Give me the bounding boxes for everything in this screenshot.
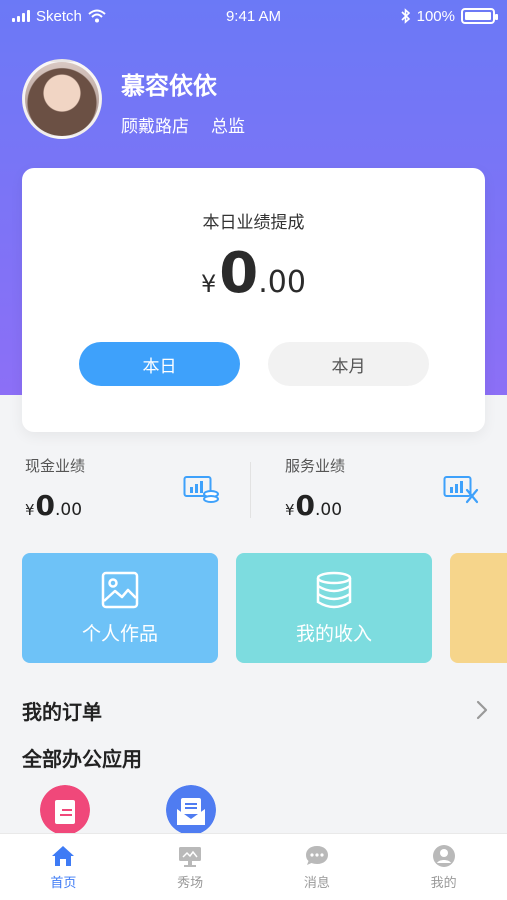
amount-decimal: .00 bbox=[55, 500, 83, 520]
message-icon bbox=[305, 845, 328, 865]
amount-decimal: .00 bbox=[258, 265, 306, 300]
battery-percent: 100% bbox=[416, 7, 455, 25]
amount-decimal: .00 bbox=[315, 500, 343, 520]
wifi-icon bbox=[88, 9, 106, 23]
tab-profile[interactable]: 我的 bbox=[380, 834, 507, 900]
tab-showcase[interactable]: 秀场 bbox=[127, 834, 254, 900]
service-performance-value: ¥ 0 .00 bbox=[285, 489, 345, 522]
my-orders-title: 我的订单 bbox=[22, 699, 102, 724]
tab-profile-label: 我的 bbox=[430, 875, 457, 891]
home-icon bbox=[52, 845, 75, 866]
performance-card: 本日业绩提成 ¥ 0 .00 本日 本月 bbox=[22, 168, 485, 432]
service-performance[interactable]: 服务业绩 ¥ 0 .00 bbox=[285, 455, 345, 520]
tab-day-button[interactable]: 本日 bbox=[79, 342, 240, 386]
database-icon bbox=[316, 571, 352, 608]
personal-works-tile[interactable]: 个人作品 bbox=[22, 553, 218, 663]
tab-messages[interactable]: 消息 bbox=[254, 834, 381, 900]
amount-integer: 0 bbox=[35, 489, 56, 522]
performance-amount: ¥ 0 .00 bbox=[22, 246, 485, 302]
currency-symbol: ¥ bbox=[201, 270, 217, 298]
my-income-label: 我的收入 bbox=[295, 622, 372, 645]
showcase-icon bbox=[179, 846, 202, 867]
tab-messages-label: 消息 bbox=[303, 875, 330, 891]
carrier-label: Sketch bbox=[36, 7, 82, 25]
profile-icon bbox=[432, 844, 455, 867]
cash-performance-label: 现金业绩 bbox=[25, 457, 86, 475]
amount-integer: 0 bbox=[295, 489, 316, 522]
tab-home-label: 首页 bbox=[50, 875, 77, 891]
my-income-tile[interactable]: 我的收入 bbox=[236, 553, 432, 663]
personal-works-label: 个人作品 bbox=[81, 622, 158, 645]
service-performance-label: 服务业绩 bbox=[285, 457, 346, 475]
cash-performance[interactable]: 现金业绩 ¥ 0 .00 bbox=[25, 455, 85, 520]
partial-tile[interactable] bbox=[450, 553, 507, 663]
chevron-right-icon bbox=[476, 700, 488, 720]
my-orders-row[interactable]: 我的订单 bbox=[22, 694, 488, 726]
tab-month-button[interactable]: 本月 bbox=[268, 342, 429, 386]
bottom-tab-bar: 首页 秀场 消息 我的 bbox=[0, 833, 507, 900]
service-chart-icon[interactable] bbox=[443, 474, 479, 504]
amount-integer: 0 bbox=[219, 241, 259, 306]
tab-showcase-label: 秀场 bbox=[177, 875, 204, 891]
battery-icon bbox=[461, 8, 498, 24]
bluetooth-icon bbox=[401, 8, 410, 24]
tab-home[interactable]: 首页 bbox=[0, 834, 127, 900]
avatar[interactable] bbox=[22, 59, 102, 139]
performance-title: 本日业绩提成 bbox=[202, 213, 305, 233]
document-app-icon[interactable] bbox=[40, 785, 90, 835]
user-name: 慕容依依 bbox=[121, 72, 217, 100]
user-info: 顾戴路店 总监 bbox=[121, 112, 245, 137]
image-icon bbox=[101, 571, 139, 608]
currency-symbol: ¥ bbox=[285, 501, 295, 519]
cash-performance-value: ¥ 0 .00 bbox=[25, 489, 85, 522]
signal-icon bbox=[12, 10, 30, 22]
user-role: 总监 bbox=[211, 117, 245, 137]
status-bar: Sketch 9:41 AM 100% bbox=[0, 0, 507, 32]
store-name: 顾戴路店 bbox=[121, 117, 189, 137]
mail-app-icon[interactable] bbox=[166, 785, 216, 835]
metric-divider bbox=[250, 462, 251, 518]
office-apps-title: 全部办公应用 bbox=[22, 747, 142, 771]
cash-chart-icon[interactable] bbox=[183, 474, 219, 504]
currency-symbol: ¥ bbox=[25, 501, 35, 519]
